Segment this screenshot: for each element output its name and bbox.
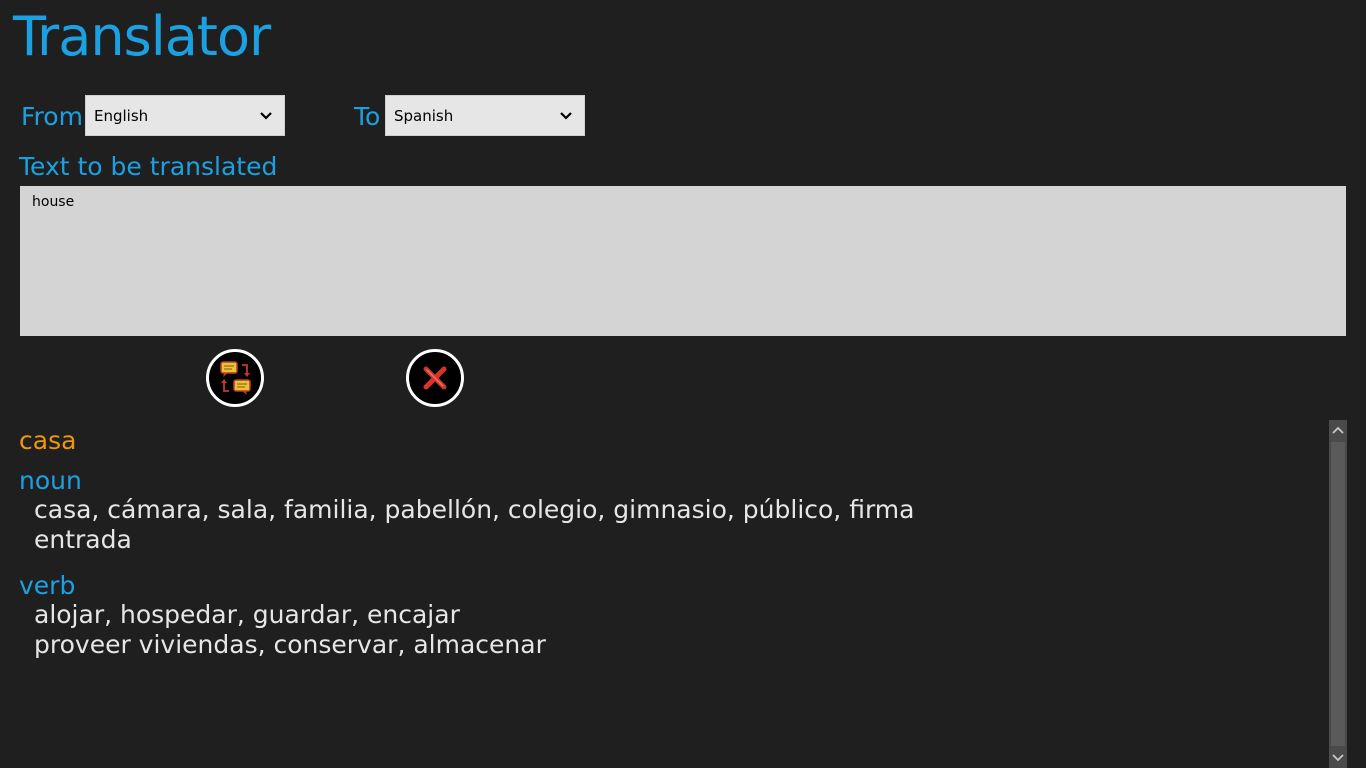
translate-button[interactable] [206, 349, 264, 407]
verb-translations-line: proveer viviendas, conservar, almacenar [34, 630, 546, 659]
verb-translations-line: alojar, hospedar, guardar, encajar [34, 600, 460, 629]
scroll-down-icon[interactable] [1329, 748, 1347, 768]
noun-translations-line: entrada [34, 525, 132, 554]
to-label: To [354, 102, 381, 131]
input-label: Text to be translated [19, 152, 278, 181]
translator-app: Translator From English To Spanish Text … [0, 0, 1366, 768]
to-language-select[interactable]: Spanish [385, 95, 585, 136]
translate-speech-bubbles-icon [220, 361, 251, 395]
clear-x-icon [423, 366, 447, 390]
chevron-down-icon [560, 112, 572, 120]
pos-noun-label: noun [19, 466, 82, 495]
results-scrollbar[interactable] [1329, 420, 1347, 768]
text-to-translate-input[interactable]: house [20, 186, 1346, 336]
pos-verb-label: verb [19, 571, 76, 600]
from-language-select[interactable]: English [85, 95, 285, 136]
to-language-value: Spanish [394, 107, 454, 125]
clear-button[interactable] [406, 349, 464, 407]
noun-translations-line: casa, cámara, sala, familia, pabellón, c… [34, 495, 915, 524]
from-language-value: English [94, 107, 149, 125]
app-title: Translator [13, 5, 271, 68]
translated-word: casa [19, 426, 77, 455]
scroll-up-icon[interactable] [1329, 420, 1347, 440]
scrollbar-thumb[interactable] [1331, 442, 1345, 746]
translation-results: casa noun casa, cámara, sala, familia, p… [0, 420, 1328, 768]
chevron-down-icon [260, 112, 272, 120]
from-label: From [21, 102, 83, 131]
